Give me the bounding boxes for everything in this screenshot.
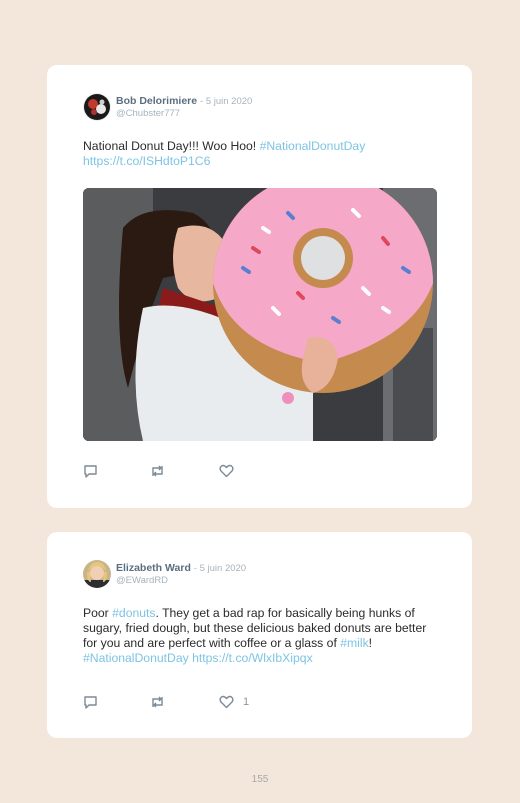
tweet-card: Bob Delorimiere - 5 juin 2020 @Chubster7…	[47, 65, 472, 508]
tweet-actions: 1	[83, 694, 283, 710]
tweet-date[interactable]: - 5 juin 2020	[200, 96, 252, 107]
author-handle[interactable]: @EWardRD	[116, 575, 168, 586]
like-icon	[219, 695, 234, 709]
author-name[interactable]: Elizabeth Ward	[116, 562, 191, 574]
like-icon	[219, 464, 234, 478]
tweet-text: Poor #donuts. They get a bad rap for bas…	[83, 606, 443, 666]
tweet-actions	[83, 463, 283, 479]
tweet-body: !	[368, 636, 373, 650]
tweet-body: National Donut Day!!! Woo Hoo!	[83, 139, 260, 153]
tweet-photo[interactable]	[83, 188, 437, 441]
retweet-icon	[152, 696, 163, 708]
hashtag-link[interactable]: #milk	[340, 636, 368, 650]
tweet-body: Poor	[83, 606, 113, 620]
author-name[interactable]: Bob Delorimiere	[116, 95, 197, 107]
like-button[interactable]: 1	[219, 694, 249, 710]
author-handle[interactable]: @Chubster777	[116, 108, 180, 119]
author-line: Bob Delorimiere - 5 juin 2020	[116, 95, 252, 107]
author-line: Elizabeth Ward - 5 juin 2020	[116, 562, 246, 574]
page-number: 155	[251, 774, 269, 785]
retweet-button[interactable]	[149, 463, 166, 479]
retweet-icon	[152, 465, 163, 477]
like-count: 1	[243, 696, 250, 708]
tweet-text: National Donut Day!!! Woo Hoo! #National…	[83, 139, 443, 169]
retweet-button[interactable]	[149, 694, 166, 710]
avatar[interactable]	[83, 560, 111, 588]
url-link[interactable]: https://t.co/ISHdtoP1C6	[83, 154, 210, 168]
hashtag-link[interactable]: #NationalDonutDay	[260, 139, 366, 153]
avatar[interactable]	[83, 93, 111, 121]
reply-icon	[84, 696, 97, 709]
reply-button[interactable]	[83, 694, 98, 710]
tweet-date[interactable]: - 5 juin 2020	[194, 563, 246, 574]
reply-button[interactable]	[83, 463, 98, 479]
url-link[interactable]: https://t.co/WlxIbXipqx	[192, 651, 313, 665]
like-button[interactable]	[219, 463, 243, 479]
hashtag-link[interactable]: #NationalDonutDay	[83, 651, 189, 665]
hashtag-link[interactable]: #donuts	[112, 606, 155, 620]
reply-icon	[84, 465, 97, 478]
tweet-card: Elizabeth Ward - 5 juin 2020 @EWardRD Po…	[47, 532, 472, 738]
